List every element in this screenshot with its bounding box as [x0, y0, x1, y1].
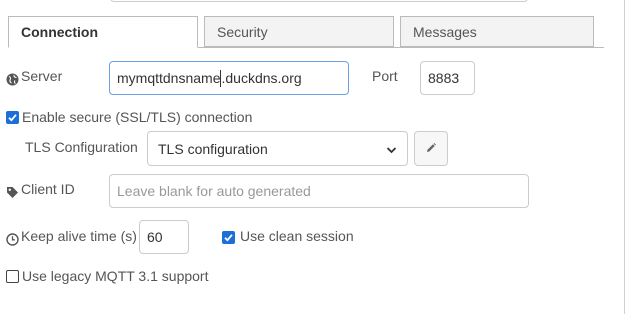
tls-config-selected: TLS configuration — [158, 140, 268, 157]
tab-security[interactable]: Security — [204, 16, 394, 47]
tab-messages-label: Messages — [413, 24, 477, 40]
server-value-end: .duckdns.org — [221, 70, 302, 86]
tls-config-label: TLS Configuration — [25, 139, 138, 155]
keepalive-value: 60 — [147, 229, 163, 245]
server-input[interactable]: mymqttdnsname .duckdns.org — [109, 61, 349, 95]
tls-config-edit-button[interactable] — [414, 131, 448, 166]
legacy-mqtt-label: Use legacy MQTT 3.1 support — [22, 268, 209, 284]
tls-enable-label: Enable secure (SSL/TLS) connection — [22, 109, 253, 125]
keepalive-label: Keep alive time (s) — [21, 228, 137, 244]
port-input[interactable]: 8883 — [420, 61, 475, 95]
clock-icon — [6, 230, 19, 246]
keepalive-input[interactable]: 60 — [139, 220, 189, 254]
tag-icon — [6, 183, 19, 198]
tab-messages[interactable]: Messages — [400, 16, 594, 47]
tab-connection-label: Connection — [21, 24, 98, 40]
client-id-placeholder: Leave blank for auto generated — [117, 183, 311, 199]
globe-icon — [6, 70, 19, 86]
pencil-icon — [425, 141, 437, 157]
tab-connection[interactable]: Connection — [8, 16, 198, 48]
tls-enable-checkbox[interactable] — [6, 111, 19, 124]
server-value-start: mymqttdnsname — [117, 70, 221, 86]
clean-session-label: Use clean session — [240, 228, 354, 244]
client-id-label: Client ID — [21, 181, 75, 197]
port-value: 8883 — [428, 70, 460, 86]
port-label: Port — [372, 68, 398, 84]
tab-security-label: Security — [217, 24, 268, 40]
legacy-mqtt-checkbox[interactable] — [6, 270, 19, 283]
server-label: Server — [21, 68, 63, 84]
previous-field-edge — [110, 0, 528, 2]
panel-right-border — [624, 0, 625, 314]
client-id-input[interactable]: Leave blank for auto generated — [109, 174, 529, 208]
clean-session-checkbox[interactable] — [222, 231, 235, 244]
tls-config-select[interactable]: TLS configuration — [147, 131, 408, 166]
chevron-down-icon — [386, 141, 397, 157]
